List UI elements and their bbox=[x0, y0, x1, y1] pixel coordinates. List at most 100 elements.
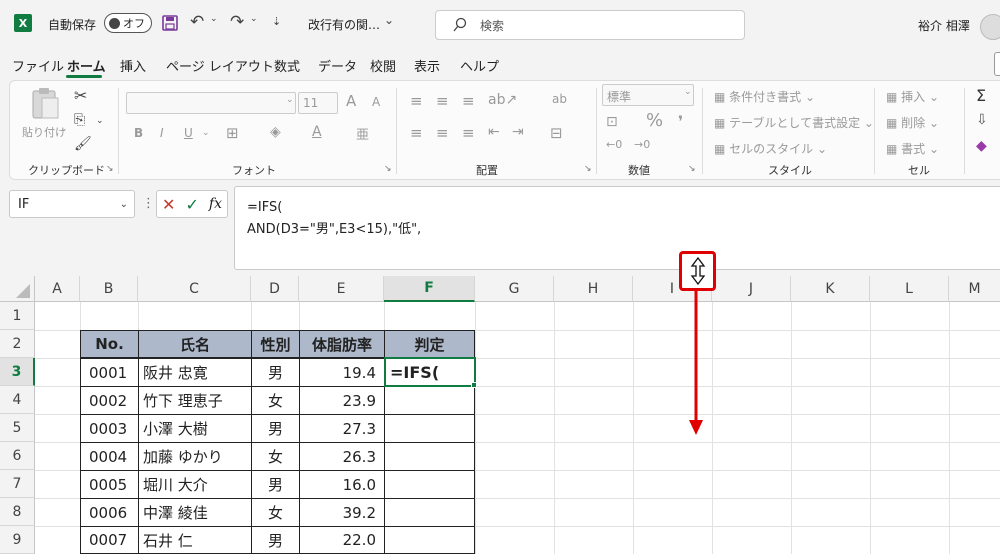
table-cell-body-fat[interactable]: 23.9 bbox=[299, 386, 385, 415]
merge-center-icon[interactable]: ⊟ bbox=[550, 124, 563, 142]
fill-handle[interactable] bbox=[471, 382, 477, 388]
column-header-b[interactable]: B bbox=[80, 276, 138, 302]
tab-home[interactable]: ホーム bbox=[67, 56, 106, 75]
underline-dropdown-icon[interactable]: ⌄ bbox=[202, 128, 210, 138]
table-cell-name[interactable]: 中澤 綾佳 bbox=[138, 498, 252, 527]
filename-dropdown-icon[interactable]: ⌄ bbox=[384, 13, 394, 27]
name-box[interactable]: IF ⌄ bbox=[9, 190, 135, 218]
alignment-launcher-icon[interactable]: ↘ bbox=[584, 164, 592, 174]
table-cell-no[interactable]: 0006 bbox=[80, 498, 139, 527]
align-top-icon[interactable]: ≡ bbox=[410, 92, 423, 110]
tab-view[interactable]: 表示 bbox=[414, 56, 440, 75]
tab-page-layout[interactable]: ページ レイアウト bbox=[166, 56, 274, 75]
percent-style-button[interactable]: % bbox=[646, 110, 663, 131]
row-header-2[interactable]: 2 bbox=[0, 330, 35, 358]
column-header-l[interactable]: L bbox=[870, 276, 949, 302]
number-launcher-icon[interactable]: ↘ bbox=[688, 164, 696, 174]
borders-icon[interactable]: ⊞ bbox=[226, 124, 239, 142]
file-name[interactable]: 改行有の関… bbox=[308, 16, 380, 33]
tab-file[interactable]: ファイル bbox=[12, 56, 64, 75]
format-cells-button[interactable]: ▦ 書式 ⌄ bbox=[886, 140, 939, 157]
comma-style-icon[interactable]: ❜ bbox=[678, 112, 683, 131]
format-painter-icon[interactable]: 🖌 bbox=[74, 136, 92, 152]
column-header-h[interactable]: H bbox=[554, 276, 633, 302]
table-cell-judgement[interactable] bbox=[384, 442, 475, 471]
name-box-dropdown-icon[interactable]: ⌄ bbox=[120, 199, 128, 210]
table-cell-no[interactable]: 0005 bbox=[80, 470, 139, 499]
table-cell-gender[interactable]: 男 bbox=[251, 526, 300, 554]
user-name[interactable]: 裕介 相澤 bbox=[918, 17, 970, 34]
table-cell-body-fat[interactable]: 19.4 bbox=[299, 358, 385, 387]
tab-formulas[interactable]: 数式 bbox=[274, 56, 300, 75]
table-cell-no[interactable]: 0001 bbox=[80, 358, 139, 387]
paste-icon[interactable] bbox=[30, 86, 60, 120]
align-bottom-icon[interactable]: ≡ bbox=[462, 92, 475, 110]
row-header-8[interactable]: 8 bbox=[0, 498, 35, 526]
cancel-icon[interactable]: ✕ bbox=[162, 195, 175, 214]
active-cell-f3[interactable]: =IFS( bbox=[384, 357, 476, 387]
increase-decimal-icon[interactable]: ←0 bbox=[606, 138, 622, 151]
align-middle-icon[interactable]: ≡ bbox=[436, 92, 449, 110]
table-cell-no[interactable]: 0004 bbox=[80, 442, 139, 471]
customize-toolbar-icon[interactable]: ⇣ bbox=[272, 15, 281, 28]
font-color-icon[interactable]: A bbox=[312, 124, 322, 140]
table-cell-no[interactable]: 0003 bbox=[80, 414, 139, 443]
align-center-icon[interactable]: ≡ bbox=[436, 124, 449, 142]
table-cell-gender[interactable]: 男 bbox=[251, 414, 300, 443]
formula-bar[interactable]: =IFS( AND(D3="男",E3<15),"低", bbox=[234, 186, 1000, 270]
redo-dropdown-icon[interactable]: ⌄ bbox=[250, 14, 258, 24]
tab-help[interactable]: ヘルプ bbox=[460, 56, 499, 75]
grow-font-icon[interactable]: A bbox=[346, 92, 356, 110]
tab-review[interactable]: 校閲 bbox=[370, 56, 396, 75]
row-header-7[interactable]: 7 bbox=[0, 470, 35, 498]
table-header-no[interactable]: No. bbox=[80, 330, 139, 358]
phonetic-icon[interactable]: 亜 bbox=[356, 124, 369, 143]
clear-icon[interactable]: ◆ bbox=[976, 138, 987, 154]
font-name-select[interactable] bbox=[126, 92, 296, 114]
decrease-indent-icon[interactable]: ⇤ bbox=[488, 124, 500, 140]
insert-function-icon[interactable]: fx bbox=[209, 196, 222, 212]
row-header-4[interactable]: 4 bbox=[0, 386, 35, 414]
table-cell-name[interactable]: 小澤 大樹 bbox=[138, 414, 252, 443]
table-cell-gender[interactable]: 女 bbox=[251, 386, 300, 415]
paste-dropdown-icon[interactable]: ⌄ bbox=[60, 124, 68, 134]
autosave-toggle[interactable]: オフ bbox=[104, 13, 152, 33]
table-cell-judgement[interactable] bbox=[384, 414, 475, 443]
table-header-gender[interactable]: 性別 bbox=[251, 330, 300, 358]
fill-color-icon[interactable]: ◈ bbox=[270, 124, 281, 140]
cell-styles-button[interactable]: ▦ セルのスタイル ⌄ bbox=[714, 140, 827, 157]
shrink-font-icon[interactable]: A bbox=[372, 95, 380, 109]
search-box[interactable]: 検索 bbox=[435, 10, 745, 40]
table-cell-name[interactable]: 竹下 理恵子 bbox=[138, 386, 252, 415]
column-header-m[interactable]: M bbox=[949, 276, 1000, 302]
conditional-formatting-button[interactable]: ▦ 条件付き書式 ⌄ bbox=[714, 88, 815, 105]
undo-dropdown-icon[interactable]: ⌄ bbox=[210, 14, 218, 24]
copy-icon[interactable]: ⎘ bbox=[74, 112, 85, 128]
row-header-1[interactable]: 1 bbox=[0, 302, 35, 330]
enter-icon[interactable]: ✓ bbox=[185, 195, 198, 214]
column-header-d[interactable]: D bbox=[251, 276, 299, 302]
redo-icon[interactable]: ↷ bbox=[230, 12, 244, 32]
undo-icon[interactable]: ↶ bbox=[190, 12, 204, 32]
table-cell-gender[interactable]: 女 bbox=[251, 442, 300, 471]
table-cell-gender[interactable]: 女 bbox=[251, 498, 300, 527]
column-header-f[interactable]: F bbox=[384, 276, 475, 302]
align-left-icon[interactable]: ≡ bbox=[410, 124, 423, 142]
table-header-body-fat[interactable]: 体脂肪率 bbox=[299, 330, 385, 358]
underline-button[interactable]: U bbox=[184, 126, 193, 140]
table-cell-name[interactable]: 堀川 大介 bbox=[138, 470, 252, 499]
row-header-3[interactable]: 3 bbox=[0, 358, 35, 386]
more-options-icon[interactable]: ⋮ bbox=[142, 196, 155, 211]
comments-button[interactable] bbox=[994, 52, 1000, 76]
column-header-e[interactable]: E bbox=[299, 276, 384, 302]
cut-icon[interactable]: ✂ bbox=[74, 86, 87, 105]
font-size-select[interactable]: 11 bbox=[298, 92, 338, 114]
row-header-9[interactable]: 9 bbox=[0, 526, 35, 554]
column-header-g[interactable]: G bbox=[475, 276, 554, 302]
table-cell-gender[interactable]: 男 bbox=[251, 470, 300, 499]
accounting-format-icon[interactable]: ⊡ bbox=[606, 114, 618, 130]
table-cell-name[interactable]: 阪井 忠寛 bbox=[138, 358, 252, 387]
table-cell-gender[interactable]: 男 bbox=[251, 358, 300, 387]
number-format-select[interactable]: 標準 bbox=[602, 84, 694, 106]
table-cell-name[interactable]: 石井 仁 bbox=[138, 526, 252, 554]
